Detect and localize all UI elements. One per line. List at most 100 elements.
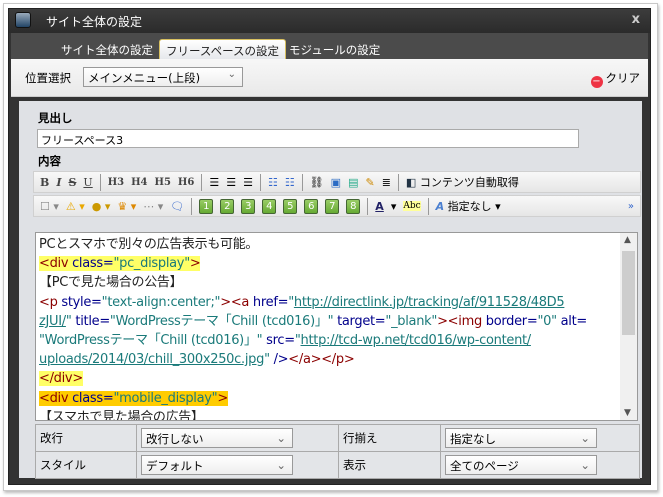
code-token: <div (39, 390, 69, 406)
code-text[interactable]: PCとスマホで別々の広告表示も可能。 <div class="pc_display… (39, 235, 619, 420)
number-5-button[interactable]: 5 (283, 198, 298, 214)
align-select[interactable]: 指定なし ⌄ (445, 428, 597, 448)
auto-fetch-label: コンテンツ自動取得 (419, 176, 519, 189)
style-value-bottom: デフォルト (146, 459, 204, 473)
content-editor[interactable]: PCとスマホで別々の広告表示も可能。 <div class="pc_display… (35, 232, 638, 421)
code-token[interactable]: zJUI/ (39, 314, 66, 329)
style-value: 指定なし (447, 200, 492, 213)
editor-scrollbar[interactable]: ▲ ▼ (620, 233, 637, 420)
heading-input[interactable]: フリースペース3 (37, 129, 579, 148)
underline-button[interactable]: U (83, 176, 92, 189)
clear-button[interactable]: − クリア (590, 70, 641, 88)
code-token[interactable]: http://directlink.jp/tracking/af/911528/… (294, 295, 565, 310)
number-7-button[interactable]: 7 (325, 198, 340, 214)
highlight-button[interactable]: Abc (403, 201, 421, 211)
divider (99, 173, 101, 191)
close-button[interactable]: x (632, 12, 640, 27)
number-6-button[interactable]: 6 (304, 198, 319, 214)
more-button[interactable]: » (628, 201, 634, 212)
bold-button[interactable]: B (40, 176, 49, 189)
cursor-icon: ◧ (405, 176, 417, 189)
align-left-icon[interactable]: ☰ (209, 176, 219, 189)
tab-freespace-settings[interactable]: フリースペースの設定 (159, 39, 287, 59)
number-8-button[interactable]: 8 (346, 198, 361, 214)
display-select[interactable]: 全てのページ ⌄ (445, 455, 597, 475)
chevron-down-icon[interactable]: ▾ (391, 200, 397, 213)
scroll-down-icon[interactable]: ▼ (624, 408, 631, 418)
code-token[interactable]: http://tcd-wp.net/tcd016/wp-content/ (301, 333, 532, 348)
link-icon[interactable]: ⛓ (310, 176, 324, 189)
speech-bubble-icon[interactable]: 🗨 (170, 200, 184, 213)
position-select[interactable]: メインメニュー(上段) ⌄ (83, 67, 243, 87)
divider (259, 173, 261, 191)
style-select[interactable]: A 指定なし ▾ (436, 198, 501, 214)
h3-button[interactable]: H3 (108, 177, 124, 188)
code-token: alt= (556, 313, 588, 329)
code-token: /> (269, 352, 289, 368)
edit-icon[interactable]: ✎ (365, 176, 374, 189)
h5-button[interactable]: H5 (155, 177, 171, 188)
code-line: "WordPressテーマ「Chill (tcd016)」" src="http… (39, 331, 619, 350)
code-token: class= (68, 390, 114, 406)
tab-strip: サイト全体の設定 フリースペースの設定 モジュールの設定 (11, 33, 648, 59)
number-2-button[interactable]: 2 (220, 198, 235, 214)
code-token: > (189, 256, 201, 272)
code-line: </div> (39, 369, 619, 388)
numbered-list-icon[interactable]: ☷ (285, 176, 295, 189)
code-line: PCとスマホで別々の広告表示も可能。 (39, 235, 619, 254)
warning-icon[interactable]: ⚠ ▾ (66, 200, 85, 213)
app-logo-icon (15, 12, 31, 28)
clear-label: クリア (605, 71, 641, 85)
box-icon[interactable]: ☐ ▾ (40, 200, 59, 213)
strike-button[interactable]: S (68, 176, 76, 189)
h6-button[interactable]: H6 (178, 177, 194, 188)
align-center-icon[interactable]: ☰ (226, 176, 236, 189)
tab-module-settings[interactable]: モジュールの設定 (283, 39, 386, 59)
bullet-list-icon[interactable]: ☷ (268, 176, 278, 189)
dotted-line-icon[interactable]: ⋯ ▾ (143, 200, 163, 213)
code-line: <div class="mobile_display"> (39, 389, 619, 408)
code-token: border= (481, 313, 538, 329)
code-token[interactable]: uploads/2014/03/chill_300x250c.jpg (39, 352, 264, 367)
style-select-bottom[interactable]: デフォルト ⌄ (141, 455, 293, 475)
code-token: class= (68, 256, 114, 272)
chevron-down-icon: ⌄ (580, 431, 590, 445)
code-token: "mobile_display" (113, 390, 218, 406)
minus-circle-icon: − (590, 76, 603, 88)
point-icon[interactable]: ● ▾ (92, 200, 111, 213)
code-token: style= (57, 294, 102, 310)
font-color-button[interactable]: A (375, 200, 384, 213)
options-table: 改行 改行しない ⌄ 行揃え 指定なし ⌄ スタイル デフォルト ⌄ 表示 全てのペー… (35, 424, 640, 479)
auto-fetch-button[interactable]: ◧ コンテンツ自動取得 (406, 174, 519, 190)
scroll-up-icon[interactable]: ▲ (624, 235, 631, 245)
divider (397, 173, 399, 191)
code-token: </div> (39, 371, 83, 387)
italic-button[interactable]: I (56, 176, 61, 189)
divider (301, 173, 303, 191)
linebreak-select[interactable]: 改行しない ⌄ (141, 428, 293, 448)
insert-page-icon[interactable]: ▤ (348, 176, 358, 189)
align-right-icon[interactable]: ☰ (243, 176, 253, 189)
display-label: 表示 (338, 451, 441, 479)
code-token: "text-align:center;" (101, 294, 221, 310)
code-token: 【PCで見た場合の公告】 (39, 275, 183, 291)
number-1-button[interactable]: 1 (199, 198, 214, 214)
h4-button[interactable]: H4 (131, 177, 147, 188)
code-token: "pc_display" (113, 256, 190, 272)
position-label: 位置選択 (25, 71, 71, 85)
chevron-down-icon: ⌄ (227, 69, 236, 80)
display-value: 全てのページ (450, 459, 519, 473)
indent-icon[interactable]: ≣ (382, 176, 391, 189)
style-label: スタイル (35, 451, 137, 479)
number-3-button[interactable]: 3 (241, 198, 256, 214)
code-token: ><img (437, 313, 482, 329)
tab-site-settings[interactable]: サイト全体の設定 (55, 39, 159, 59)
scrollbar-thumb[interactable] (622, 251, 635, 335)
code-token: <div (39, 256, 69, 272)
image-icon[interactable]: ▣ (331, 176, 341, 189)
window-title: サイト全体の設定 (46, 15, 143, 29)
code-token: "WordPressテーマ「Chill (tcd016)」" (39, 333, 263, 349)
align-value: 指定なし (450, 432, 496, 446)
crown-icon[interactable]: ♛ ▾ (117, 200, 136, 213)
number-4-button[interactable]: 4 (262, 198, 277, 214)
